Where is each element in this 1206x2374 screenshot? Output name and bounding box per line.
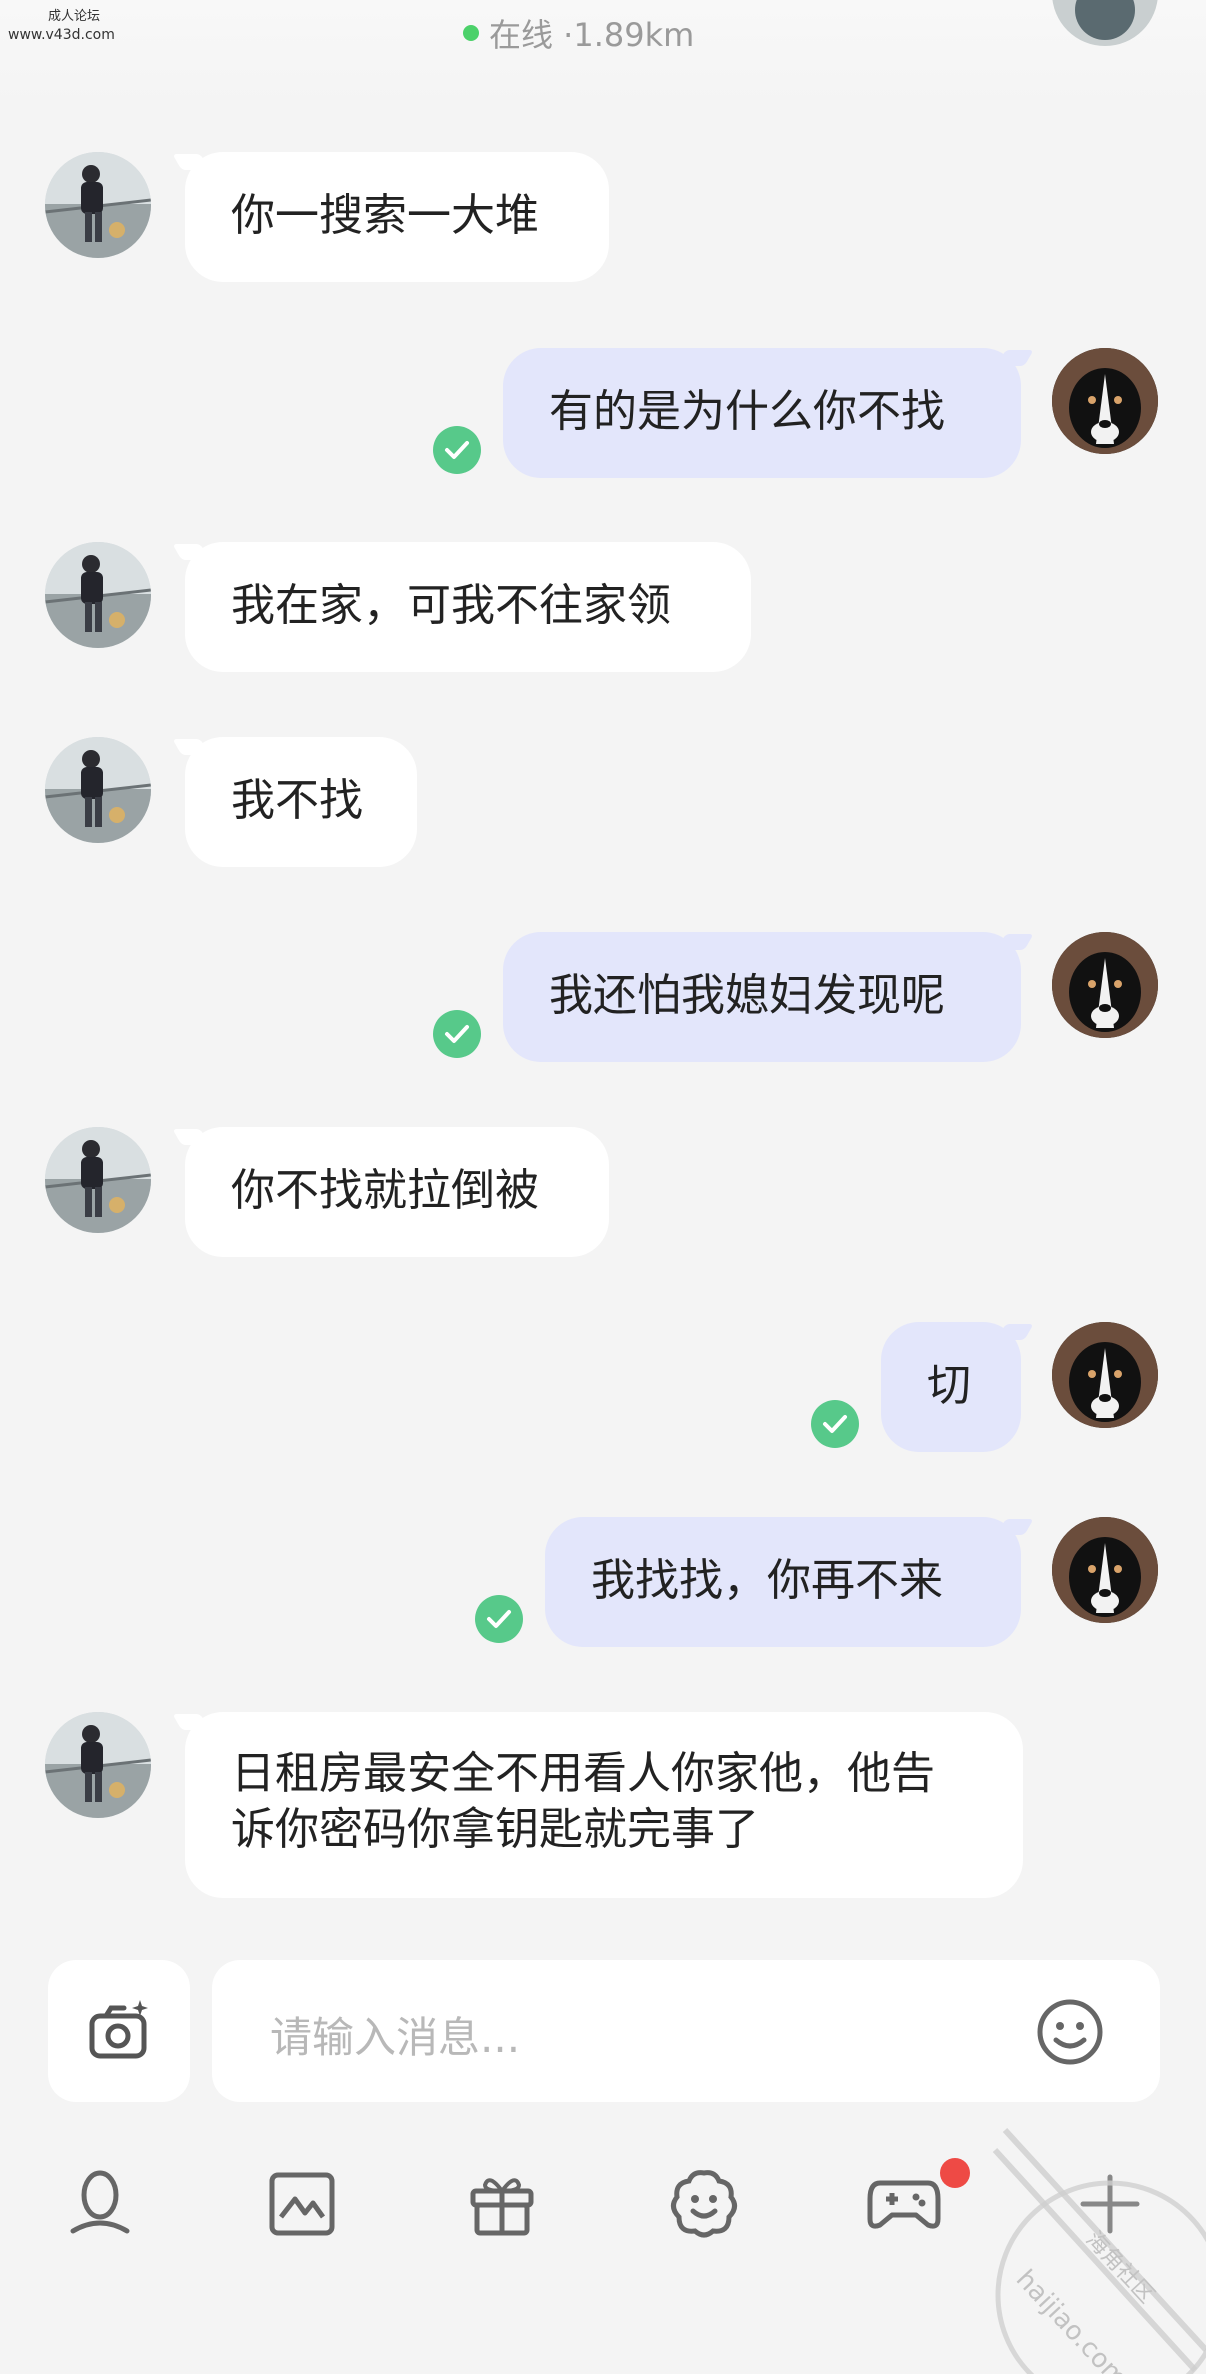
gift-icon[interactable] [462,2164,542,2244]
message-text: 有的是为什么你不找 [549,386,945,437]
my-avatar[interactable] [1052,1322,1158,1428]
watermark-url: www.v43d.com [8,27,115,43]
outgoing-message[interactable]: 我还怕我媳妇发现呢 [503,932,1021,1062]
incoming-message[interactable]: 我不找 [185,737,417,867]
voice-icon[interactable] [60,2164,140,2244]
message-text: 你一搜索一大堆 [231,190,539,241]
contact-avatar[interactable] [45,1712,151,1818]
outgoing-message[interactable]: 切 [881,1322,1021,1452]
chat-header: 成人论坛 www.v43d.com 在线 ·1.89km [0,0,1206,110]
message-text: 我还怕我媳妇发现呢 [549,970,945,1021]
incoming-message[interactable]: 我在家，可我不往家领 [185,542,751,672]
status-text: 在线 ·1.89km [489,16,695,54]
online-dot-icon [463,25,479,41]
my-avatar[interactable] [1052,932,1158,1038]
game-icon[interactable] [864,2164,944,2244]
camera-button[interactable] [48,1960,190,2102]
outgoing-message[interactable]: 有的是为什么你不找 [503,348,1021,478]
my-avatar[interactable] [1052,348,1158,454]
stamp-text-cn: 海角社区 [1081,2227,1159,2308]
camera-sparkle-icon [89,2000,148,2059]
message-input-placeholder: 请输入消息... [270,2013,521,2062]
read-check-icon [475,1595,523,1643]
message-text: 我找找，你再不来 [591,1555,943,1606]
online-status: 在线 ·1.89km [463,10,694,56]
outgoing-message[interactable]: 我找找，你再不来 [545,1517,1021,1647]
read-check-icon [811,1400,859,1448]
header-avatar[interactable] [1052,0,1158,46]
message-input[interactable]: 请输入消息... [212,1960,1160,2102]
sticker-icon[interactable] [664,2164,744,2244]
read-check-icon [433,426,481,474]
contact-avatar[interactable] [45,542,151,648]
image-icon[interactable] [262,2164,342,2244]
contact-avatar[interactable] [45,1127,151,1233]
watermark-top-left: 成人论坛 www.v43d.com [8,0,158,44]
watermark-title: 成人论坛 [48,9,101,24]
message-text: 我不找 [231,775,363,826]
incoming-message[interactable]: 日租房最安全不用看人你家他，他告诉你密码你拿钥匙就完事了 [185,1712,1023,1898]
contact-avatar[interactable] [45,737,151,843]
read-check-icon [433,1010,481,1058]
incoming-message[interactable]: 你一搜索一大堆 [185,152,609,282]
incoming-message[interactable]: 你不找就拉倒被 [185,1127,609,1257]
composer-bar: 请输入消息... [0,1940,1206,2120]
my-avatar[interactable] [1052,1517,1158,1623]
contact-avatar[interactable] [45,152,151,258]
message-text: 日租房最安全不用看人你家他，他告诉你密码你拿钥匙就完事了 [231,1748,935,1855]
smiley-icon[interactable] [1034,1996,1106,2072]
message-text: 我在家，可我不往家领 [231,580,671,631]
message-text: 切 [927,1360,971,1411]
game-badge [940,2158,970,2188]
watermark-stamp: 海角社区 haijiao.com [975,2120,1206,2374]
message-text: 你不找就拉倒被 [231,1165,539,1216]
